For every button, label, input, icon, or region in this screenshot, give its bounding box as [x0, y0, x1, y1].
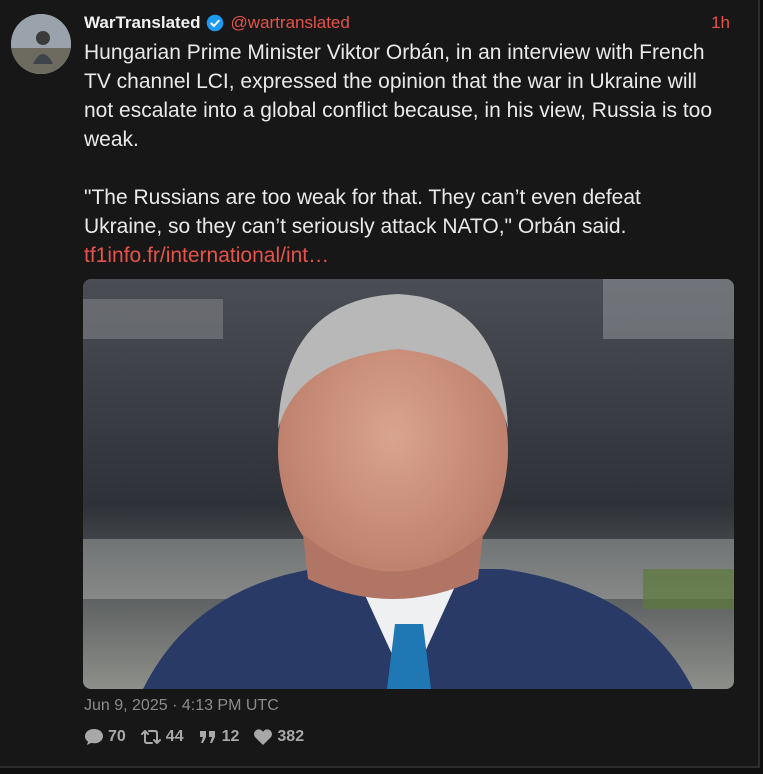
- avatar-photo: [11, 14, 71, 74]
- post-stats: 70 44 12 382: [84, 728, 304, 746]
- likes-count: 382: [277, 728, 305, 745]
- author-handle[interactable]: @wartranslated: [231, 13, 350, 33]
- repost-icon: [140, 730, 161, 744]
- author-display-name[interactable]: WarTranslated: [84, 13, 201, 33]
- avatar[interactable]: [11, 14, 71, 74]
- photo-of-man-in-suit: [83, 279, 734, 689]
- comment-icon: [85, 729, 103, 745]
- post-paragraph: Hungarian Prime Minister Viktor Orbán, i…: [84, 41, 713, 151]
- post-timestamp[interactable]: Jun 9, 2025 · 4:13 PM UTC: [84, 697, 279, 715]
- post-card[interactable]: WarTranslated @wartranslated 1h Hungaria…: [0, 0, 760, 768]
- reposts-stat[interactable]: 44: [140, 728, 184, 746]
- reposts-count: 44: [165, 728, 184, 745]
- post-body: Hungarian Prime Minister Viktor Orbán, i…: [84, 38, 724, 270]
- post-paragraph: "The Russians are too weak for that. The…: [84, 186, 641, 238]
- likes-stat[interactable]: 382: [253, 728, 304, 746]
- post-header: WarTranslated @wartranslated 1h: [84, 12, 730, 34]
- quotes-stat[interactable]: 12: [198, 728, 240, 746]
- post-link[interactable]: tf1info.fr/international/int…: [84, 241, 724, 270]
- replies-stat[interactable]: 70: [84, 728, 126, 746]
- quote-icon: [199, 731, 215, 743]
- quotes-count: 12: [221, 728, 240, 745]
- heart-icon: [254, 729, 273, 745]
- post-time[interactable]: 1h: [711, 13, 730, 33]
- post-image[interactable]: [83, 279, 734, 689]
- replies-count: 70: [108, 728, 126, 745]
- verified-badge-icon: [206, 14, 223, 32]
